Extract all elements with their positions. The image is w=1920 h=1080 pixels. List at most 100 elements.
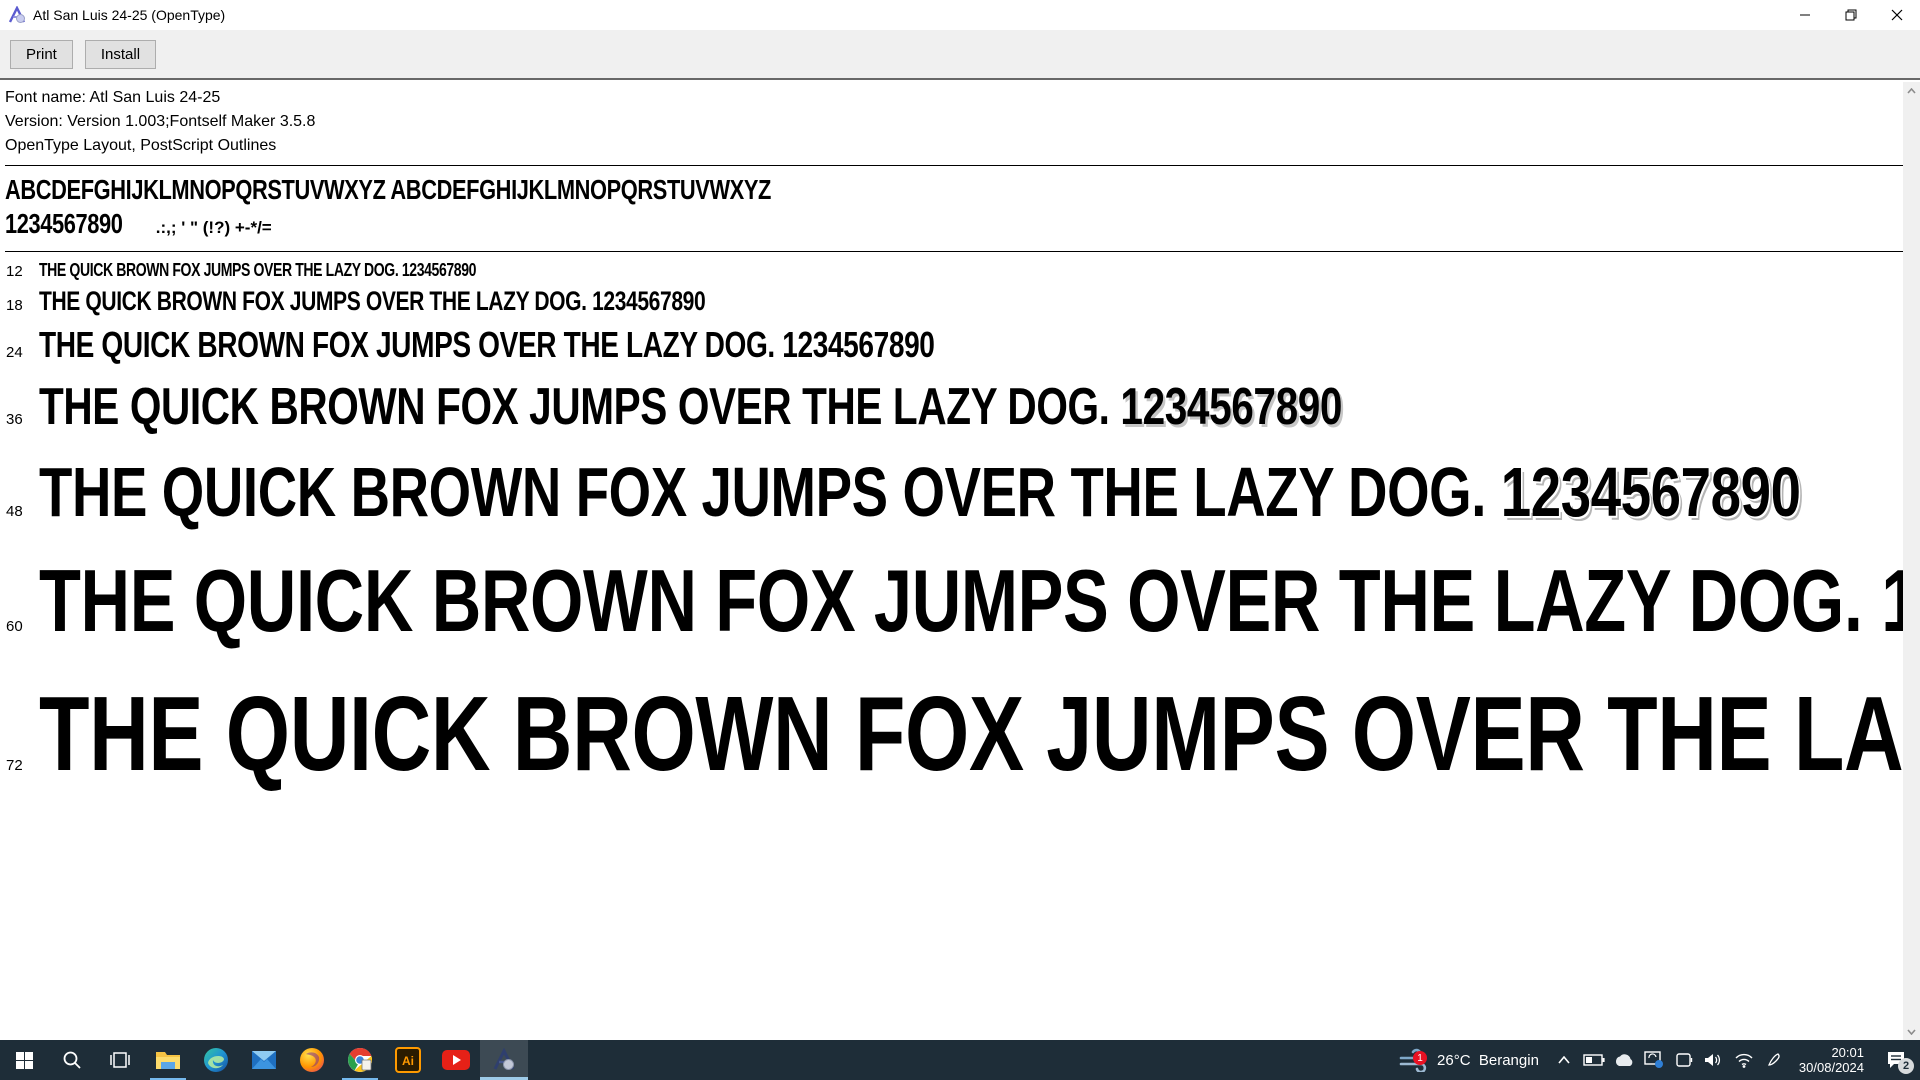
illustrator-icon: Ai: [395, 1047, 421, 1073]
size-label: 48: [6, 503, 23, 520]
tray-volume[interactable]: [1701, 1040, 1727, 1080]
pangram-text: THE QUICK BROWN FOX JUMPS OVER THE LAZY …: [39, 378, 1110, 436]
taskbar-clock[interactable]: 20:01 30/08/2024: [1791, 1045, 1872, 1075]
tray-battery[interactable]: [1581, 1040, 1607, 1080]
scroll-up-button[interactable]: [1903, 82, 1920, 99]
size-label: 60: [6, 618, 23, 635]
notification-count-badge: 2: [1898, 1058, 1914, 1074]
wifi-icon: [1735, 1053, 1753, 1068]
pen-icon: [1767, 1053, 1780, 1066]
display-sync-icon: [1644, 1051, 1663, 1068]
weather-temp: 26°C: [1437, 1051, 1471, 1069]
pangram-text: THE QUICK BROWN FOX JUMPS OVER THE LAZY …: [39, 286, 587, 316]
windows-start-icon: [15, 1051, 33, 1069]
numerals-sample: 1234567890.:,; ' " (!?) +-*/=: [5, 208, 1903, 244]
action-center-button[interactable]: 2: [1876, 1040, 1916, 1080]
taskbar-app-firefox[interactable]: [288, 1040, 336, 1080]
taskbar-app-chrome[interactable]: [336, 1040, 384, 1080]
sample-row-60: 60 THE QUICK BROWN FOX JUMPS OVER THE LA…: [5, 546, 1903, 656]
weather-alert-badge: 1: [1413, 1051, 1428, 1065]
title-bar: Atl San Luis 24-25 (OpenType): [0, 0, 1920, 30]
pangram-text: THE QUICK BROWN FOX JUMPS OVER THE LAZY …: [39, 324, 775, 365]
window-title: Atl San Luis 24-25 (OpenType): [33, 7, 226, 23]
close-icon: [1891, 9, 1903, 21]
speaker-icon: [1704, 1054, 1720, 1066]
start-button[interactable]: [0, 1040, 48, 1080]
font-viewer-icon: [493, 1048, 515, 1070]
size-label: 24: [6, 344, 23, 361]
search-icon: [63, 1051, 81, 1069]
edge-icon: [204, 1048, 228, 1072]
tray-show-hidden-icons[interactable]: [1551, 1040, 1577, 1080]
pangram-text: THE QUICK BROWN FOX JUMPS OVER THE LAZY …: [39, 453, 1487, 531]
chevron-up-icon: [1558, 1056, 1570, 1064]
minimize-button[interactable]: [1782, 0, 1828, 30]
taskbar-app-font-viewer[interactable]: [480, 1040, 528, 1080]
taskbar-app-youtube[interactable]: [432, 1040, 480, 1080]
vertical-scrollbar[interactable]: [1903, 82, 1920, 1040]
restore-button[interactable]: [1828, 0, 1874, 30]
close-button[interactable]: [1874, 0, 1920, 30]
chrome-icon: [348, 1047, 373, 1072]
restore-icon: [1845, 9, 1857, 21]
firefox-icon: [300, 1048, 324, 1072]
sample-row-18: 18 THE QUICK BROWN FOX JUMPS OVER THE LA…: [5, 284, 1903, 318]
youtube-icon: [442, 1050, 470, 1070]
taskbar-app-illustrator[interactable]: Ai: [384, 1040, 432, 1080]
digits-text: 1234567890: [1500, 453, 1801, 531]
mail-icon: [252, 1051, 276, 1069]
task-view-icon: [110, 1052, 130, 1068]
alphabet-sample: ABCDEFGHIJKLMNOPQRSTUVWXYZ ABCDEFGHIJKLM…: [5, 174, 771, 205]
tray-device[interactable]: [1671, 1040, 1697, 1080]
chevron-up-icon: [1907, 87, 1916, 94]
file-explorer-icon: [156, 1052, 180, 1069]
taskbar-tray: 1 26°C Berangin 20:01 30/08/2024 2: [1391, 1040, 1920, 1080]
clock-date: 30/08/2024: [1798, 1060, 1864, 1075]
sample-row-48: 48 THE QUICK BROWN FOX JUMPS OVER THE LA…: [5, 448, 1903, 536]
tablet-icon: [1676, 1053, 1693, 1067]
tray-wifi[interactable]: [1731, 1040, 1757, 1080]
digits-text: 1234567890: [1120, 378, 1343, 436]
size-label: 72: [6, 757, 23, 774]
font-type-line: OpenType Layout, PostScript Outlines: [5, 137, 277, 154]
pangram-text: THE QUICK BROWN FOX JUMPS OVER THE LAZY …: [39, 551, 1863, 650]
weather-widget[interactable]: 1 26°C Berangin: [1391, 1048, 1547, 1072]
print-button[interactable]: Print: [10, 39, 73, 69]
digits-text: 1234567890: [592, 286, 706, 316]
digits-text: 1234567890: [401, 260, 477, 280]
sample-row-72: 72 THE QUICK BROWN FOX JUMPS OVER THE LA…: [5, 668, 1903, 800]
battery-icon: [1583, 1054, 1605, 1066]
font-preview-content: Font name: Atl San Luis 24-25 Version: V…: [0, 80, 1903, 1038]
digits-text: 1234567890: [1881, 551, 1903, 650]
pangram-text: THE QUICK BROWN FOX JUMPS OVER THE LAZY …: [39, 260, 399, 280]
task-view-button[interactable]: [96, 1040, 144, 1080]
divider: [5, 165, 1903, 166]
minimize-icon: [1800, 14, 1810, 16]
size-label: 12: [6, 263, 23, 280]
font-viewer-window-icon: [8, 6, 26, 23]
tray-pen[interactable]: [1761, 1040, 1787, 1080]
toolbar: Print Install: [0, 30, 1920, 80]
taskbar-app-file-explorer[interactable]: [144, 1040, 192, 1080]
clock-time: 20:01: [1831, 1045, 1864, 1060]
svg-text:Ai: Ai: [402, 1054, 414, 1068]
cloud-icon: [1615, 1054, 1633, 1066]
chevron-down-icon: [1907, 1028, 1916, 1035]
tray-sync-display[interactable]: [1641, 1040, 1667, 1080]
search-button[interactable]: [48, 1040, 96, 1080]
pangram-text: THE QUICK BROWN FOX JUMPS OVER THE LAZY …: [39, 675, 1903, 793]
scroll-down-button[interactable]: [1903, 1023, 1920, 1040]
size-label: 36: [6, 411, 23, 428]
divider: [5, 251, 1903, 252]
sample-row-24: 24 THE QUICK BROWN FOX JUMPS OVER THE LA…: [5, 322, 1903, 368]
tray-onedrive[interactable]: [1611, 1040, 1637, 1080]
digits-text: 1234567890: [782, 324, 935, 365]
weather-condition: Berangin: [1478, 1051, 1539, 1069]
font-version-line: Version: Version 1.003;Fontself Maker 3.…: [5, 113, 316, 130]
install-button[interactable]: Install: [84, 39, 157, 69]
taskbar-app-edge[interactable]: [192, 1040, 240, 1080]
punctuation-sample: .:,; ' " (!?) +-*/=: [155, 218, 272, 237]
taskbar-app-mail[interactable]: [240, 1040, 288, 1080]
font-name-line: Font name: Atl San Luis 24-25: [5, 89, 221, 106]
sample-row-36: 36 THE QUICK BROWN FOX JUMPS OVER THE LA…: [5, 374, 1903, 440]
